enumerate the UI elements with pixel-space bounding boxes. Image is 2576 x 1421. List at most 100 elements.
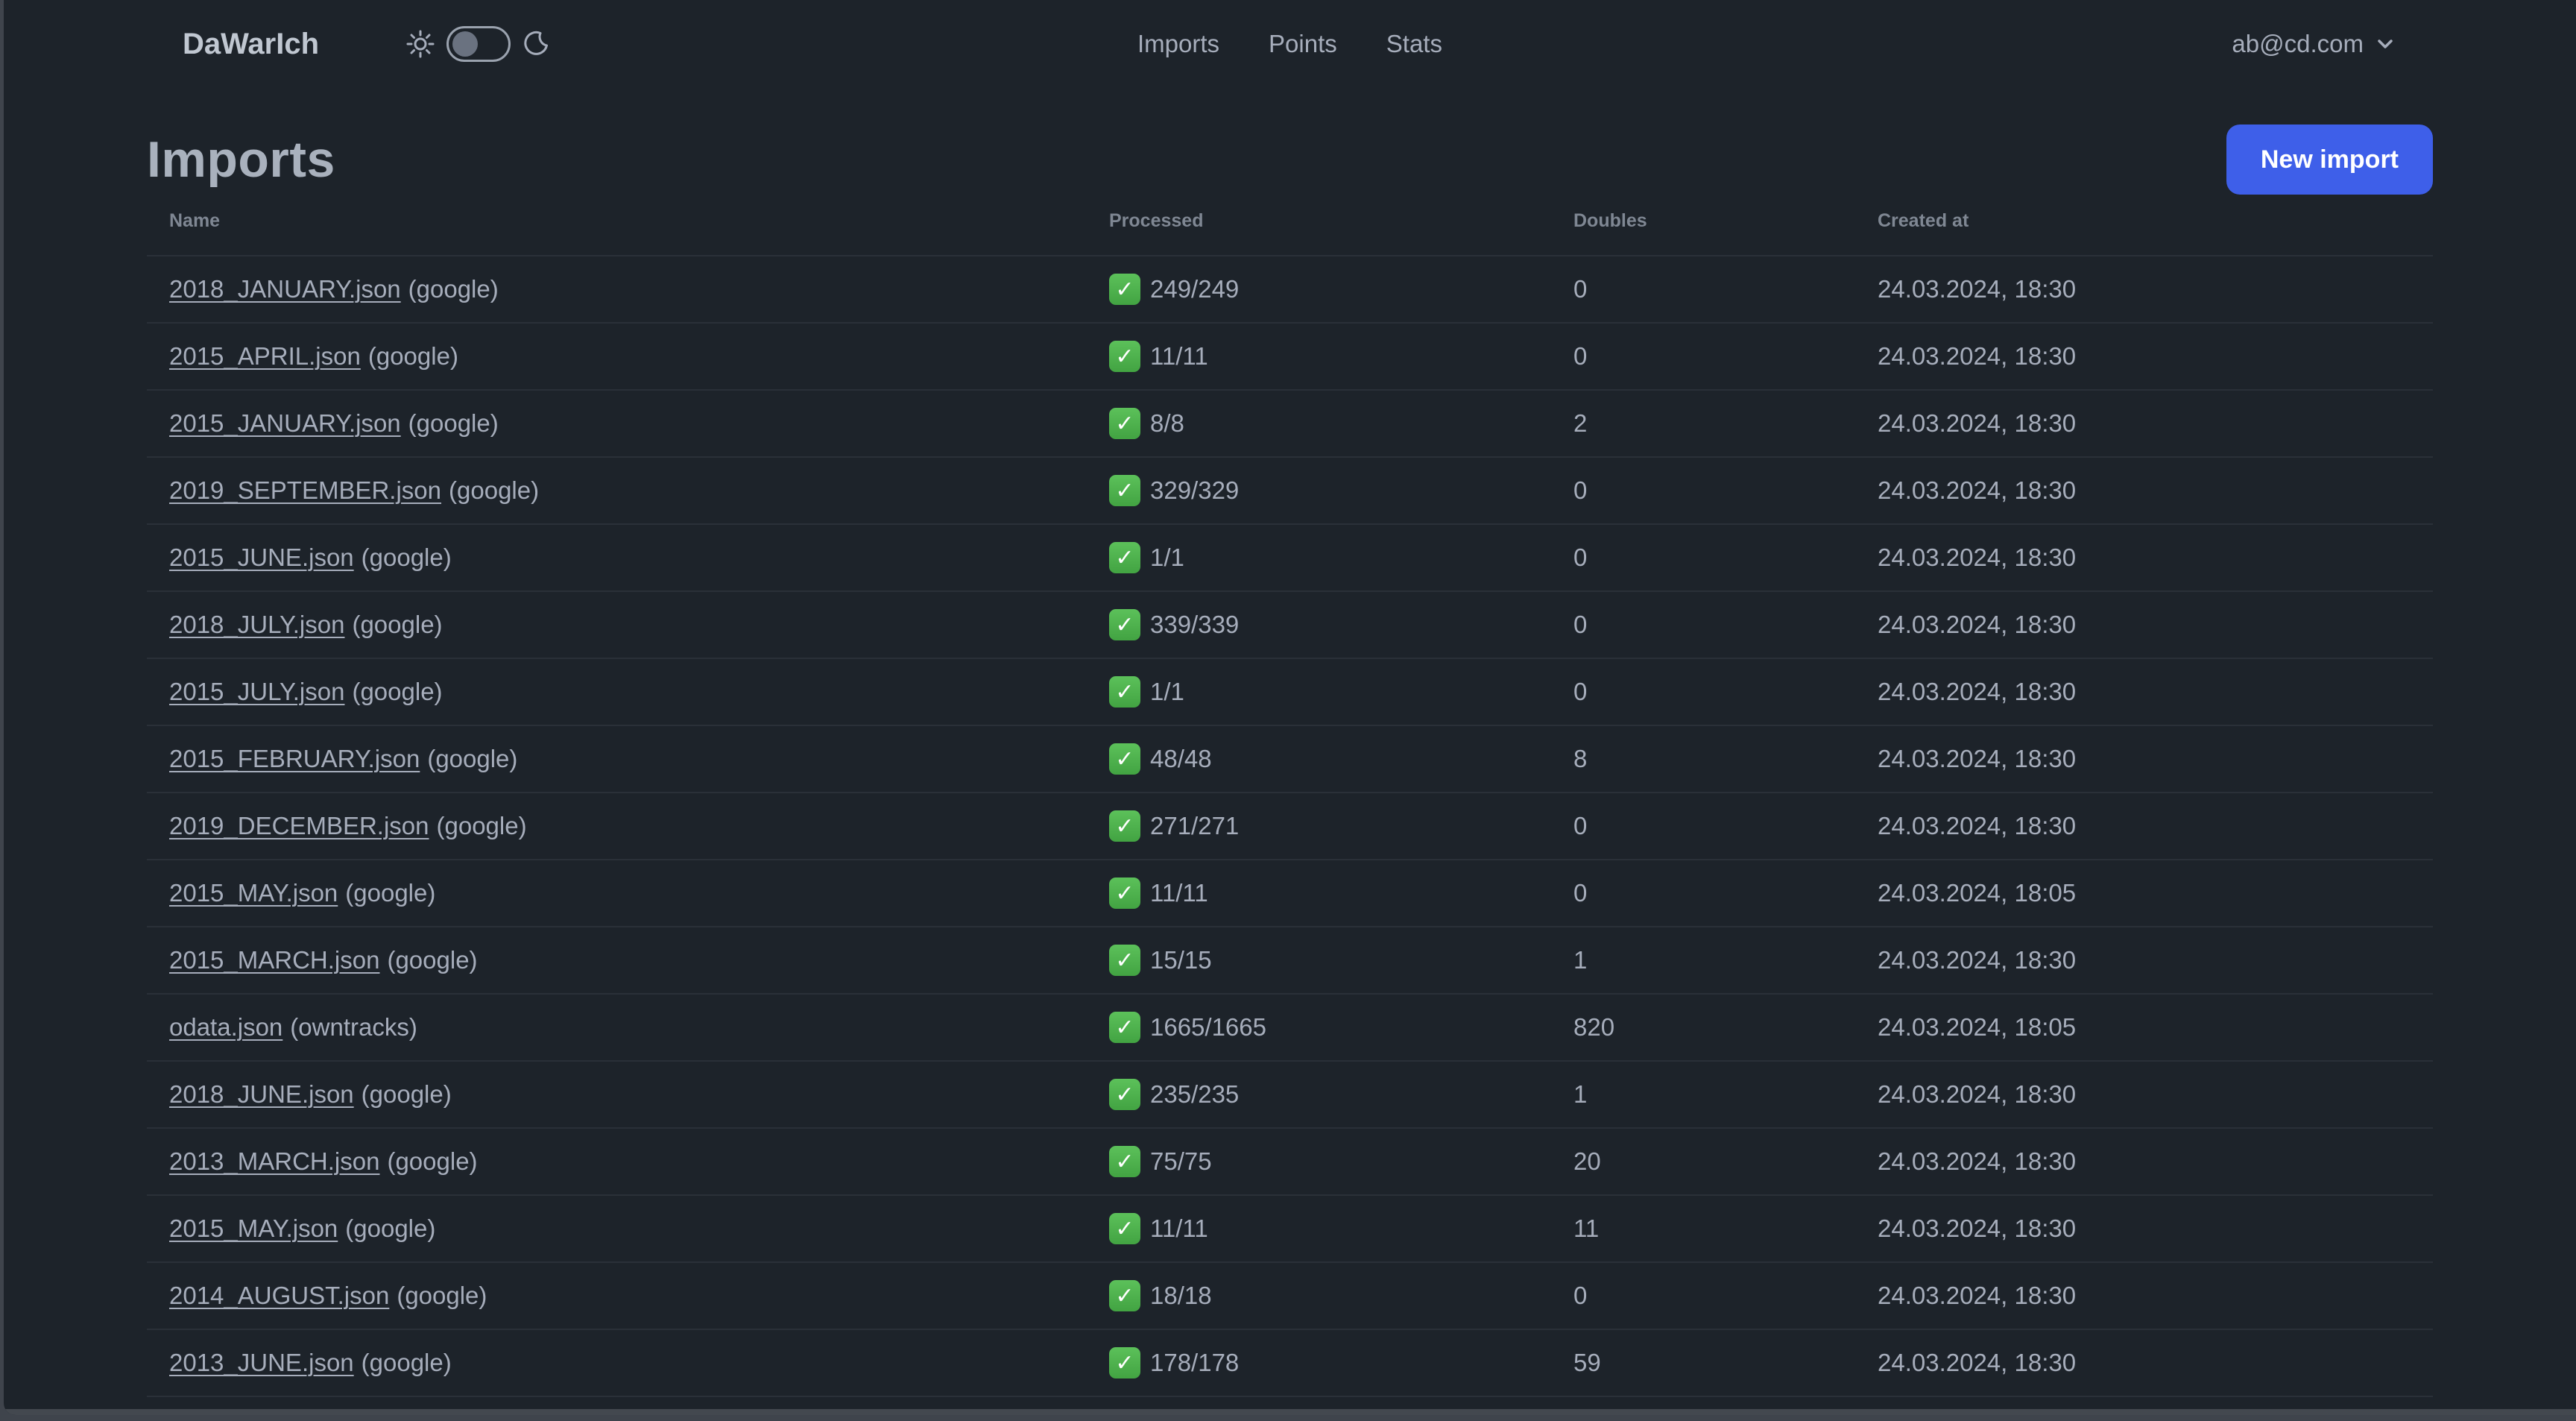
import-file-link[interactable]: 2013_JUNE.json bbox=[169, 1349, 354, 1376]
created-at: 24.03.2024, 18:30 bbox=[1878, 946, 2077, 974]
user-menu[interactable]: ab@cd.com bbox=[2232, 0, 2396, 88]
import-file-link[interactable]: 2014_AUGUST.json bbox=[169, 1282, 389, 1309]
column-header-processed: Processed bbox=[1109, 209, 1204, 231]
import-file-link[interactable]: 2015_FEBRUARY.json bbox=[169, 745, 420, 772]
doubles-count: 1 bbox=[1573, 1080, 1588, 1108]
import-source-label: (google) bbox=[361, 543, 452, 571]
import-source-label: (google) bbox=[408, 409, 499, 437]
created-at: 24.03.2024, 18:30 bbox=[1878, 1147, 2077, 1175]
check-success-icon: ✓ bbox=[1109, 676, 1140, 708]
import-source-label: (google) bbox=[367, 342, 458, 370]
table-row: 2015_APRIL.json (google) ✓ 11/11 0 24.03.… bbox=[147, 322, 2433, 389]
import-file-link[interactable]: 2015_MARCH.json bbox=[169, 946, 379, 974]
import-source-label: (google) bbox=[436, 812, 527, 839]
table-body: 2018_JANUARY.json (google) ✓ 249/249 0 24… bbox=[147, 255, 2433, 1415]
processed-count: 11/11 bbox=[1150, 1214, 1208, 1242]
check-success-icon: ✓ bbox=[1109, 475, 1140, 506]
top-navbar: DaWarIch Imports Points Stats ab@cd.com bbox=[4, 0, 2576, 88]
doubles-count: 8 bbox=[1573, 745, 1588, 772]
created-at: 24.03.2024, 18:30 bbox=[1878, 1214, 2077, 1242]
import-file-link[interactable]: 2018_JANUARY.json bbox=[169, 275, 401, 303]
check-success-icon: ✓ bbox=[1109, 810, 1140, 842]
processed-count: 15/15 bbox=[1150, 946, 1212, 974]
processed-count: 75/75 bbox=[1150, 1147, 1212, 1175]
check-success-icon: ✓ bbox=[1109, 341, 1140, 372]
table-row: 2019_SEPTEMBER.json (google) ✓ 329/329 0 … bbox=[147, 456, 2433, 523]
new-import-button[interactable]: New import bbox=[2226, 125, 2433, 195]
processed-count: 11/11 bbox=[1150, 879, 1208, 907]
column-header-doubles: Doubles bbox=[1573, 209, 1647, 231]
import-source-label: (owntracks) bbox=[290, 1013, 417, 1041]
import-file-link[interactable]: 2013_MARCH.json bbox=[169, 1147, 379, 1175]
import-source-label: (google) bbox=[387, 946, 478, 974]
processed-count: 339/339 bbox=[1150, 611, 1240, 638]
processed-count: 249/249 bbox=[1150, 275, 1240, 303]
import-source-label: (google) bbox=[449, 476, 540, 504]
check-success-icon: ✓ bbox=[1109, 1079, 1140, 1110]
table-row: 2018_JUNE.json (google) ✓ 235/235 1 24.03… bbox=[147, 1060, 2433, 1127]
doubles-count: 11 bbox=[1573, 1214, 1600, 1242]
table-row: 2014_AUGUST.json (google) ✓ 18/18 0 24.03… bbox=[147, 1261, 2433, 1329]
import-file-link[interactable]: 2018_JULY.json bbox=[169, 611, 344, 638]
table-row: 2018_JANUARY.json (google) ✓ 249/249 0 24… bbox=[147, 255, 2433, 322]
import-file-link[interactable]: 2018_JUNE.json bbox=[169, 1080, 354, 1108]
import-file-link[interactable]: 2015_MAY.json bbox=[169, 1214, 338, 1242]
chevron-down-icon bbox=[2374, 33, 2396, 55]
page-title: Imports bbox=[147, 131, 335, 188]
import-source-label: (google) bbox=[408, 275, 499, 303]
import-file-link[interactable]: 2015_JANUARY.json bbox=[169, 409, 401, 437]
window-bottom-edge bbox=[4, 1409, 2576, 1415]
check-success-icon: ✓ bbox=[1109, 743, 1140, 775]
import-source-label: (google) bbox=[352, 611, 443, 638]
nav-item-imports[interactable]: Imports bbox=[1137, 30, 1219, 58]
created-at: 24.03.2024, 18:30 bbox=[1878, 543, 2077, 571]
processed-count: 178/178 bbox=[1150, 1349, 1240, 1376]
import-source-label: (google) bbox=[427, 745, 518, 772]
import-file-link[interactable]: 2019_SEPTEMBER.json bbox=[169, 476, 441, 504]
processed-count: 271/271 bbox=[1150, 812, 1240, 839]
table-row: 2015_FEBRUARY.json (google) ✓ 48/48 8 24.… bbox=[147, 725, 2433, 792]
table-row: 2015_MAY.json (google) ✓ 11/11 11 24.03.2… bbox=[147, 1194, 2433, 1261]
created-at: 24.03.2024, 18:30 bbox=[1878, 1349, 2077, 1376]
doubles-count: 0 bbox=[1573, 342, 1588, 370]
table-row: 2019_DECEMBER.json (google) ✓ 271/271 0 2… bbox=[147, 792, 2433, 859]
created-at: 24.03.2024, 18:30 bbox=[1878, 745, 2077, 772]
import-file-link[interactable]: 2019_DECEMBER.json bbox=[169, 812, 429, 839]
import-file-link[interactable]: 2015_JULY.json bbox=[169, 678, 344, 705]
table-row: 2015_MARCH.json (google) ✓ 15/15 1 24.03.… bbox=[147, 926, 2433, 993]
created-at: 24.03.2024, 18:30 bbox=[1878, 611, 2077, 638]
check-success-icon: ✓ bbox=[1109, 945, 1140, 976]
import-source-label: (google) bbox=[361, 1080, 452, 1108]
doubles-count: 0 bbox=[1573, 879, 1588, 907]
import-source-label: (google) bbox=[352, 678, 443, 705]
check-success-icon: ✓ bbox=[1109, 274, 1140, 305]
table-row: 2015_JANUARY.json (google) ✓ 8/8 2 24.03.… bbox=[147, 389, 2433, 456]
check-success-icon: ✓ bbox=[1109, 1280, 1140, 1311]
nav-item-stats[interactable]: Stats bbox=[1386, 30, 1442, 58]
created-at: 24.03.2024, 18:30 bbox=[1878, 342, 2077, 370]
main-nav: Imports Points Stats bbox=[4, 0, 2576, 88]
check-success-icon: ✓ bbox=[1109, 1213, 1140, 1244]
import-file-link[interactable]: 2015_APRIL.json bbox=[169, 342, 361, 370]
table-row: 2015_JULY.json (google) ✓ 1/1 0 24.03.202… bbox=[147, 658, 2433, 725]
check-success-icon: ✓ bbox=[1109, 609, 1140, 640]
processed-count: 11/11 bbox=[1150, 342, 1208, 370]
import-source-label: (google) bbox=[345, 879, 436, 907]
nav-item-points[interactable]: Points bbox=[1269, 30, 1337, 58]
processed-count: 18/18 bbox=[1150, 1282, 1212, 1309]
import-file-link[interactable]: 2015_MAY.json bbox=[169, 879, 338, 907]
processed-count: 1/1 bbox=[1150, 543, 1184, 571]
import-file-link[interactable]: 2015_JUNE.json bbox=[169, 543, 354, 571]
doubles-count: 20 bbox=[1573, 1147, 1601, 1175]
column-header-name: Name bbox=[169, 209, 221, 231]
import-file-link[interactable]: odata.json bbox=[169, 1013, 282, 1041]
table-row: 2018_JULY.json (google) ✓ 339/339 0 24.03… bbox=[147, 590, 2433, 658]
doubles-count: 1 bbox=[1573, 946, 1588, 974]
user-email: ab@cd.com bbox=[2232, 30, 2364, 57]
doubles-count: 2 bbox=[1573, 409, 1588, 437]
column-header-created-at: Created at bbox=[1878, 209, 1969, 231]
app-window: DaWarIch Imports Points Stats ab@cd.com … bbox=[4, 0, 2576, 1415]
import-source-label: (google) bbox=[397, 1282, 487, 1309]
check-success-icon: ✓ bbox=[1109, 542, 1140, 573]
check-success-icon: ✓ bbox=[1109, 1146, 1140, 1177]
